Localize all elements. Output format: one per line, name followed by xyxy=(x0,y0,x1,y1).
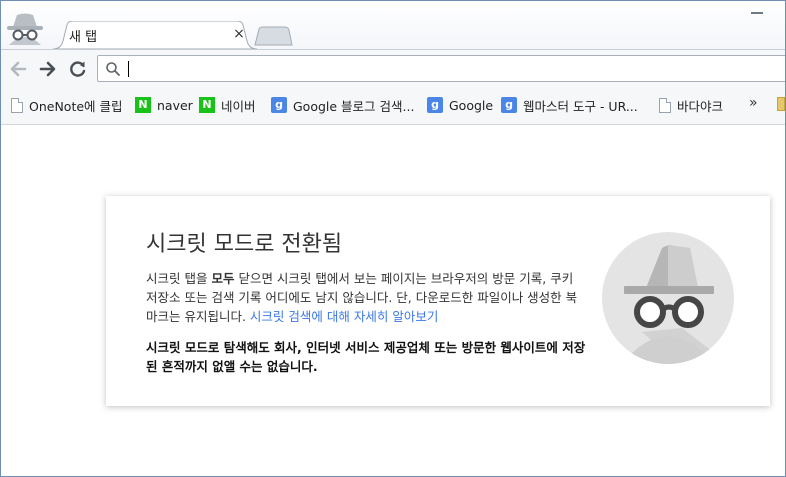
naver-icon: N xyxy=(135,97,151,113)
bookmark-badayak[interactable]: 바다야크 xyxy=(657,95,723,115)
tab-title: 새 탭 xyxy=(69,30,98,45)
learn-more-link[interactable]: 시크릿 검색에 대해 자세히 알아보기 xyxy=(250,309,438,324)
tab-strip: 새 탭 × xyxy=(1,1,785,49)
incognito-logo-icon xyxy=(7,13,43,45)
page-icon xyxy=(11,97,23,113)
incognito-card: 시크릿 모드로 전환됨 시크릿 탭을 모두 닫으면 시크릿 탭에서 보는 페이지… xyxy=(106,196,770,406)
bookmark-naver[interactable]: N naver xyxy=(135,95,193,115)
new-tab-button[interactable] xyxy=(253,26,293,46)
tab-new-tab[interactable]: 새 탭 × xyxy=(53,21,257,49)
incognito-warning: 시크릿 모드로 탐색해도 회사, 인터넷 서비스 제공업체 또는 방문한 웹사이… xyxy=(146,340,586,374)
bookmarks-overflow-button[interactable]: » xyxy=(749,95,758,111)
url-input[interactable] xyxy=(126,58,785,79)
bookmark-label: Google xyxy=(449,97,494,113)
folder-icon[interactable] xyxy=(777,97,785,111)
incognito-description: 시크릿 탭을 모두 닫으면 시크릿 탭에서 보는 페이지는 브라우저의 방문 기… xyxy=(146,269,586,326)
text-caret xyxy=(128,61,129,77)
bookmarks-bar: OneNote에 클립 N naver N 네이버 g Google 블로그 검… xyxy=(1,87,785,125)
toolbar xyxy=(1,49,785,87)
incognito-title: 시크릿 모드로 전환됨 xyxy=(146,232,343,257)
bookmark-label: 네이버 xyxy=(221,98,256,114)
bookmark-label: Google 블로그 검색... xyxy=(293,98,415,114)
bookmark-label: 바다야크 xyxy=(677,98,724,114)
incognito-figure-icon xyxy=(602,232,734,364)
bookmark-label: OneNote에 클립 xyxy=(29,98,123,114)
bookmark-label: naver xyxy=(157,97,193,113)
description-bold-text: 모두 xyxy=(211,271,235,286)
search-icon xyxy=(106,62,120,76)
google-icon: g xyxy=(501,97,517,113)
bookmark-onenote[interactable]: OneNote에 클립 xyxy=(9,95,123,115)
bookmark-webmaster-tools[interactable]: g 웹마스터 도구 - UR... xyxy=(501,95,638,115)
address-bar[interactable] xyxy=(97,55,785,82)
google-icon: g xyxy=(271,97,287,113)
browser-window: 새 탭 × OneNote에 클립 N naver N 네이버 g Google… xyxy=(0,0,786,477)
forward-arrow-icon[interactable] xyxy=(37,58,59,80)
bookmark-google-blog-search[interactable]: g Google 블로그 검색... xyxy=(271,95,414,115)
page-icon xyxy=(659,97,671,113)
bookmark-google[interactable]: g Google xyxy=(427,95,493,115)
minimize-button[interactable] xyxy=(745,5,771,17)
google-icon: g xyxy=(427,97,443,113)
naver-icon: N xyxy=(199,97,215,113)
bookmark-naver-kr[interactable]: N 네이버 xyxy=(199,95,256,115)
back-arrow-icon[interactable] xyxy=(7,58,29,80)
reload-icon[interactable] xyxy=(67,58,89,80)
bookmark-label: 웹마스터 도구 - UR... xyxy=(523,98,638,114)
tab-close-icon[interactable]: × xyxy=(231,26,247,42)
page-content: 시크릿 모드로 전환됨 시크릿 탭을 모두 닫으면 시크릿 탭에서 보는 페이지… xyxy=(1,126,785,476)
description-text: 시크릿 탭을 xyxy=(146,271,212,286)
